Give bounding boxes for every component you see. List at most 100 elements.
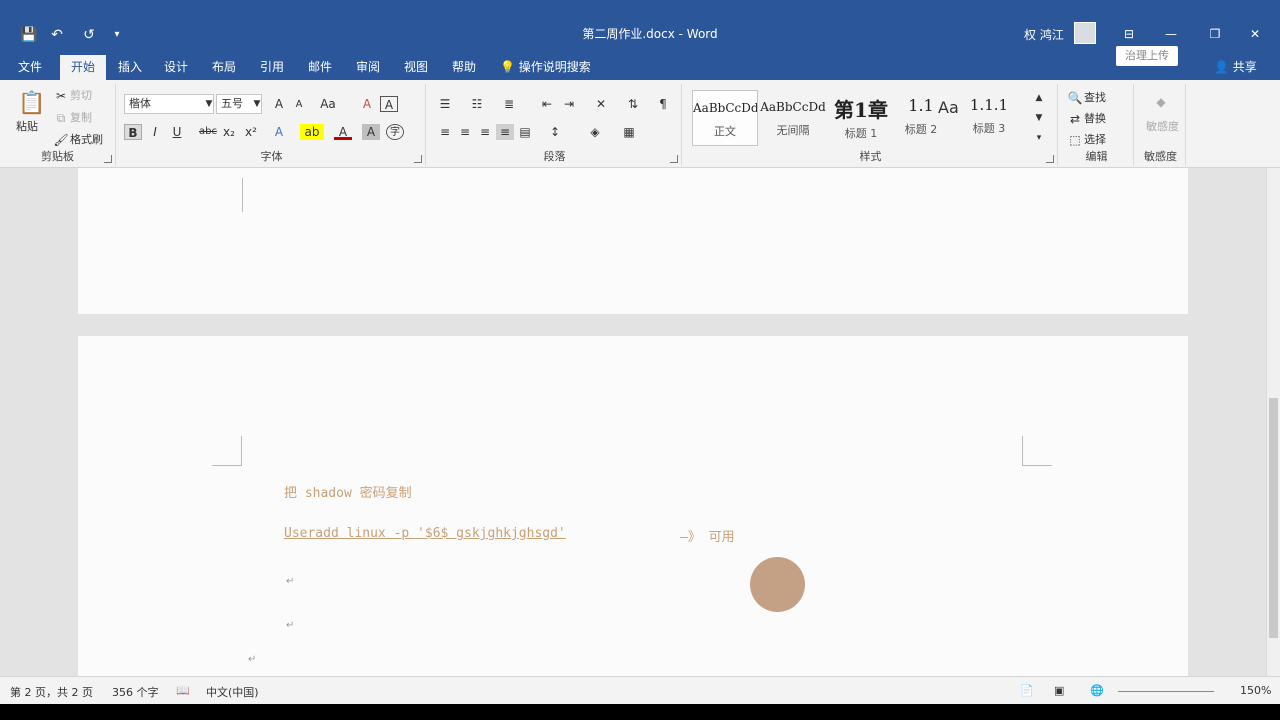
numbering-icon[interactable]: ☷ xyxy=(468,96,486,112)
shrink-font-icon[interactable]: A xyxy=(290,97,308,113)
language-indicator[interactable]: 中文(中国) xyxy=(206,684,259,700)
char-shading-icon[interactable]: A xyxy=(362,124,380,140)
paragraph-launcher-icon[interactable] xyxy=(670,155,678,163)
tab-design[interactable]: 设计 xyxy=(156,55,196,80)
doc-line-1[interactable]: 把 shadow 密码复制 xyxy=(284,482,412,501)
paste-icon[interactable]: 📋 xyxy=(18,90,45,118)
user-name[interactable]: 权 鸿江 xyxy=(1024,26,1064,43)
find-icon[interactable]: 🔍 xyxy=(1066,90,1084,106)
italic-icon[interactable]: I xyxy=(146,124,164,140)
enclose-chars-icon[interactable]: 字 xyxy=(386,124,404,140)
redo-icon[interactable]: ↺ xyxy=(78,26,100,44)
find-button[interactable]: 查找 xyxy=(1084,91,1106,105)
font-color-icon[interactable]: A xyxy=(334,124,352,140)
highlight-icon[interactable]: ab xyxy=(300,124,324,140)
borders-icon[interactable]: ▦ xyxy=(620,124,638,140)
paste-button[interactable]: 粘贴 xyxy=(16,120,38,134)
word-count[interactable]: 356 个字 xyxy=(112,684,159,700)
tab-references[interactable]: 引用 xyxy=(252,55,292,80)
style-normal[interactable]: AaBbCcDd 正文 xyxy=(692,90,758,146)
sort-icon[interactable]: ⇅ xyxy=(624,96,642,112)
style-heading-3[interactable]: 1.1.1 标题 3 xyxy=(956,90,1022,146)
replace-button[interactable]: 替换 xyxy=(1084,112,1106,126)
doc-line-2-note[interactable]: —》 可用 xyxy=(680,526,735,545)
select-button[interactable]: 选择 xyxy=(1084,133,1106,147)
increase-indent-icon[interactable]: ⇥ xyxy=(560,96,578,112)
replace-icon[interactable]: ⇄ xyxy=(1066,111,1084,127)
sensitivity-upload-button[interactable]: 治理上传 xyxy=(1116,46,1178,66)
cut-button[interactable]: 剪切 xyxy=(70,89,92,103)
char-border-icon[interactable]: A xyxy=(380,96,398,112)
tab-mailings[interactable]: 邮件 xyxy=(300,55,340,80)
proofing-icon[interactable]: 📖 xyxy=(176,684,190,697)
doc-line-2-command[interactable]: Useradd linux -p '$6$ gskjghkjghsgd' xyxy=(284,526,566,541)
superscript-icon[interactable]: x² xyxy=(242,124,260,140)
justify-icon[interactable]: ≡ xyxy=(496,124,514,140)
show-marks-icon[interactable]: ¶ xyxy=(654,96,672,112)
strikethrough-icon[interactable]: abc xyxy=(196,124,220,140)
save-icon[interactable]: 💾 xyxy=(18,26,40,44)
style-no-spacing[interactable]: AaBbCcDd 无间隔 xyxy=(760,90,826,146)
align-left-icon[interactable]: ≡ xyxy=(436,124,454,140)
tab-insert[interactable]: 插入 xyxy=(110,55,150,80)
align-right-icon[interactable]: ≡ xyxy=(476,124,494,140)
styles-more-icon[interactable]: ▾ xyxy=(1030,130,1048,146)
distributed-icon[interactable]: ▤ xyxy=(516,124,534,140)
select-icon[interactable]: ⬚ xyxy=(1066,132,1084,148)
tell-me-search[interactable]: 💡 操作说明搜索 xyxy=(500,55,591,80)
zoom-slider[interactable] xyxy=(1118,691,1214,692)
clear-formatting-icon[interactable]: A xyxy=(358,96,376,112)
clipboard-launcher-icon[interactable] xyxy=(104,155,112,163)
read-mode-icon[interactable]: 📄 xyxy=(1020,684,1034,697)
tab-file[interactable]: 文件 xyxy=(8,55,52,80)
copy-button[interactable]: 复制 xyxy=(70,111,92,125)
tab-view[interactable]: 视图 xyxy=(396,55,436,80)
cut-icon[interactable]: ✂ xyxy=(52,88,70,104)
share-button[interactable]: 👤 共享 xyxy=(1214,55,1257,80)
align-center-icon[interactable]: ≡ xyxy=(456,124,474,140)
page-count[interactable]: 第 2 页，共 2 页 xyxy=(10,684,93,700)
copy-icon[interactable]: ⧉ xyxy=(52,110,70,126)
ribbon-display-options-icon[interactable]: ⊟ xyxy=(1114,24,1144,44)
close-button[interactable]: ✕ xyxy=(1240,24,1270,44)
font-launcher-icon[interactable] xyxy=(414,155,422,163)
zoom-level[interactable]: 150% xyxy=(1240,684,1271,697)
page-2[interactable] xyxy=(78,336,1188,676)
vertical-scrollbar[interactable] xyxy=(1266,168,1280,676)
avatar[interactable] xyxy=(1074,22,1096,44)
bullets-icon[interactable]: ☰ xyxy=(436,96,454,112)
sensitivity-button[interactable]: 敏感度 xyxy=(1146,120,1179,134)
tab-layout[interactable]: 布局 xyxy=(204,55,244,80)
line-spacing-icon[interactable]: ↕ xyxy=(546,124,564,140)
subscript-icon[interactable]: x₂ xyxy=(220,124,238,140)
grow-font-icon[interactable]: A xyxy=(270,96,288,112)
bold-icon[interactable]: B xyxy=(124,124,142,140)
tab-help[interactable]: 帮助 xyxy=(444,55,484,80)
shading-icon[interactable]: ◈ xyxy=(586,124,604,140)
tab-review[interactable]: 审阅 xyxy=(348,55,388,80)
decrease-indent-icon[interactable]: ⇤ xyxy=(538,96,556,112)
print-layout-icon[interactable]: ▣ xyxy=(1054,684,1064,697)
restore-button[interactable]: ❐ xyxy=(1200,24,1230,44)
format-painter-button[interactable]: 格式刷 xyxy=(70,133,103,147)
styles-scroll-up-icon[interactable]: ▲ xyxy=(1030,90,1048,106)
text-effects-icon[interactable]: A xyxy=(270,124,288,140)
change-case-icon[interactable]: Aa xyxy=(316,96,340,112)
web-layout-icon[interactable]: 🌐 xyxy=(1090,684,1104,697)
styles-launcher-icon[interactable] xyxy=(1046,155,1054,163)
multilevel-list-icon[interactable]: ≣ xyxy=(500,96,518,112)
document-area[interactable]: 把 shadow 密码复制 Useradd linux -p '$6$ gskj… xyxy=(0,168,1266,676)
sensitivity-icon[interactable]: ◆ xyxy=(1152,94,1170,110)
styles-scroll-down-icon[interactable]: ▼ xyxy=(1030,110,1048,126)
undo-icon[interactable]: ↶ xyxy=(46,26,68,44)
tab-home[interactable]: 开始 xyxy=(60,55,106,80)
underline-icon[interactable]: U xyxy=(168,124,186,140)
minimize-button[interactable]: — xyxy=(1156,24,1186,44)
vertical-scrollbar-thumb[interactable] xyxy=(1269,398,1278,638)
style-heading-1[interactable]: 第1章 标题 1 xyxy=(828,90,894,146)
font-size-dropdown-icon[interactable]: ▼ xyxy=(248,96,266,112)
chinese-layout-icon[interactable]: ✕ xyxy=(592,96,610,112)
customize-quick-access-icon[interactable]: ▾ xyxy=(106,26,128,44)
format-painter-icon[interactable]: 🖌 xyxy=(52,132,70,148)
page-1[interactable] xyxy=(78,168,1188,314)
